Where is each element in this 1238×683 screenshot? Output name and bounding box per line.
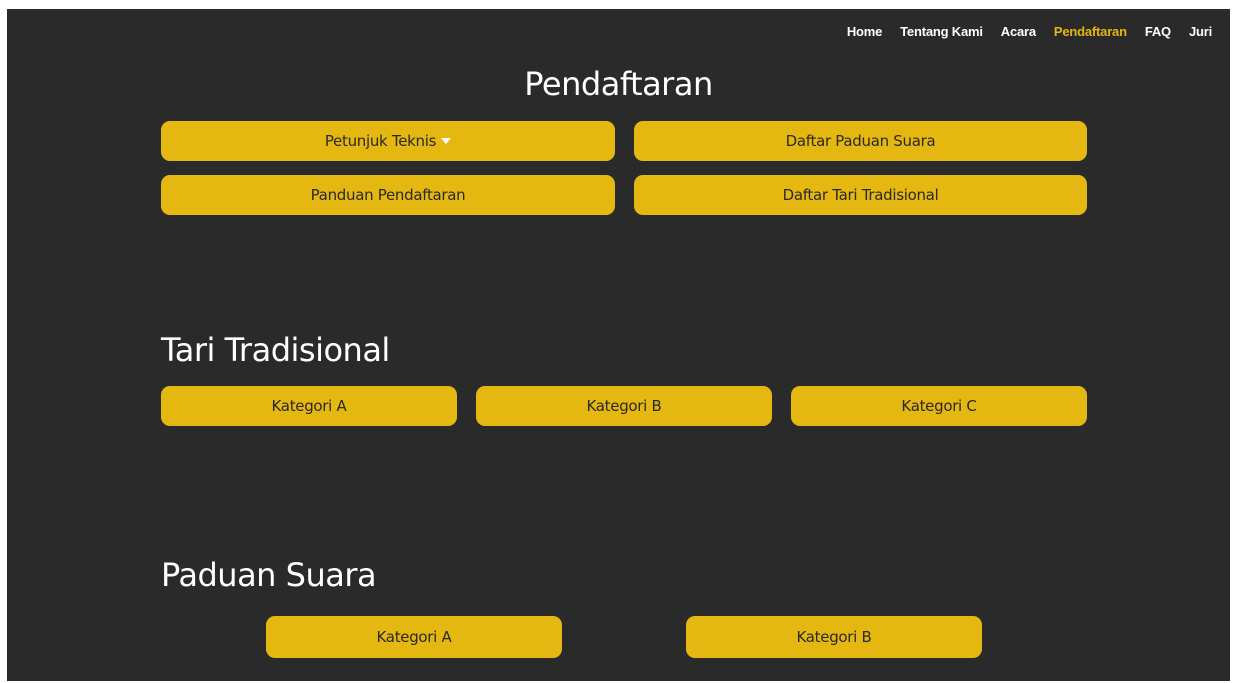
caret-down-icon	[441, 138, 452, 144]
petunjuk-teknis-label: Petunjuk Teknis	[324, 132, 437, 150]
nav-item-home[interactable]: Home	[847, 24, 883, 39]
petunjuk-teknis-dropdown[interactable]: Petunjuk Teknis	[161, 121, 615, 161]
tari-tradisional-title: Tari Tradisional	[161, 331, 390, 369]
daftar-paduan-suara-button[interactable]: Daftar Paduan Suara	[634, 121, 1087, 161]
page-title: Pendaftaran	[524, 65, 713, 103]
tari-kategori-c-button[interactable]: Kategori C	[791, 386, 1087, 426]
nav-item-juri[interactable]: Juri	[1189, 24, 1212, 39]
paduan-kategori-a-button[interactable]: Kategori A	[266, 616, 562, 658]
nav-item-acara[interactable]: Acara	[1001, 24, 1036, 39]
panduan-pendaftaran-button[interactable]: Panduan Pendaftaran	[161, 175, 615, 215]
nav-item-faq[interactable]: FAQ	[1145, 24, 1171, 39]
tari-kategori-b-button[interactable]: Kategori B	[476, 386, 772, 426]
tari-kategori-a-button[interactable]: Kategori A	[161, 386, 457, 426]
paduan-kategori-b-button[interactable]: Kategori B	[686, 616, 982, 658]
nav-item-tentang-kami[interactable]: Tentang Kami	[900, 24, 983, 39]
nav-item-pendaftaran[interactable]: Pendaftaran	[1054, 24, 1127, 39]
page: Home Tentang Kami Acara Pendaftaran FAQ …	[7, 9, 1230, 681]
daftar-tari-tradisional-button[interactable]: Daftar Tari Tradisional	[634, 175, 1087, 215]
top-nav: Home Tentang Kami Acara Pendaftaran FAQ …	[829, 24, 1212, 39]
paduan-suara-title: Paduan Suara	[161, 556, 377, 594]
